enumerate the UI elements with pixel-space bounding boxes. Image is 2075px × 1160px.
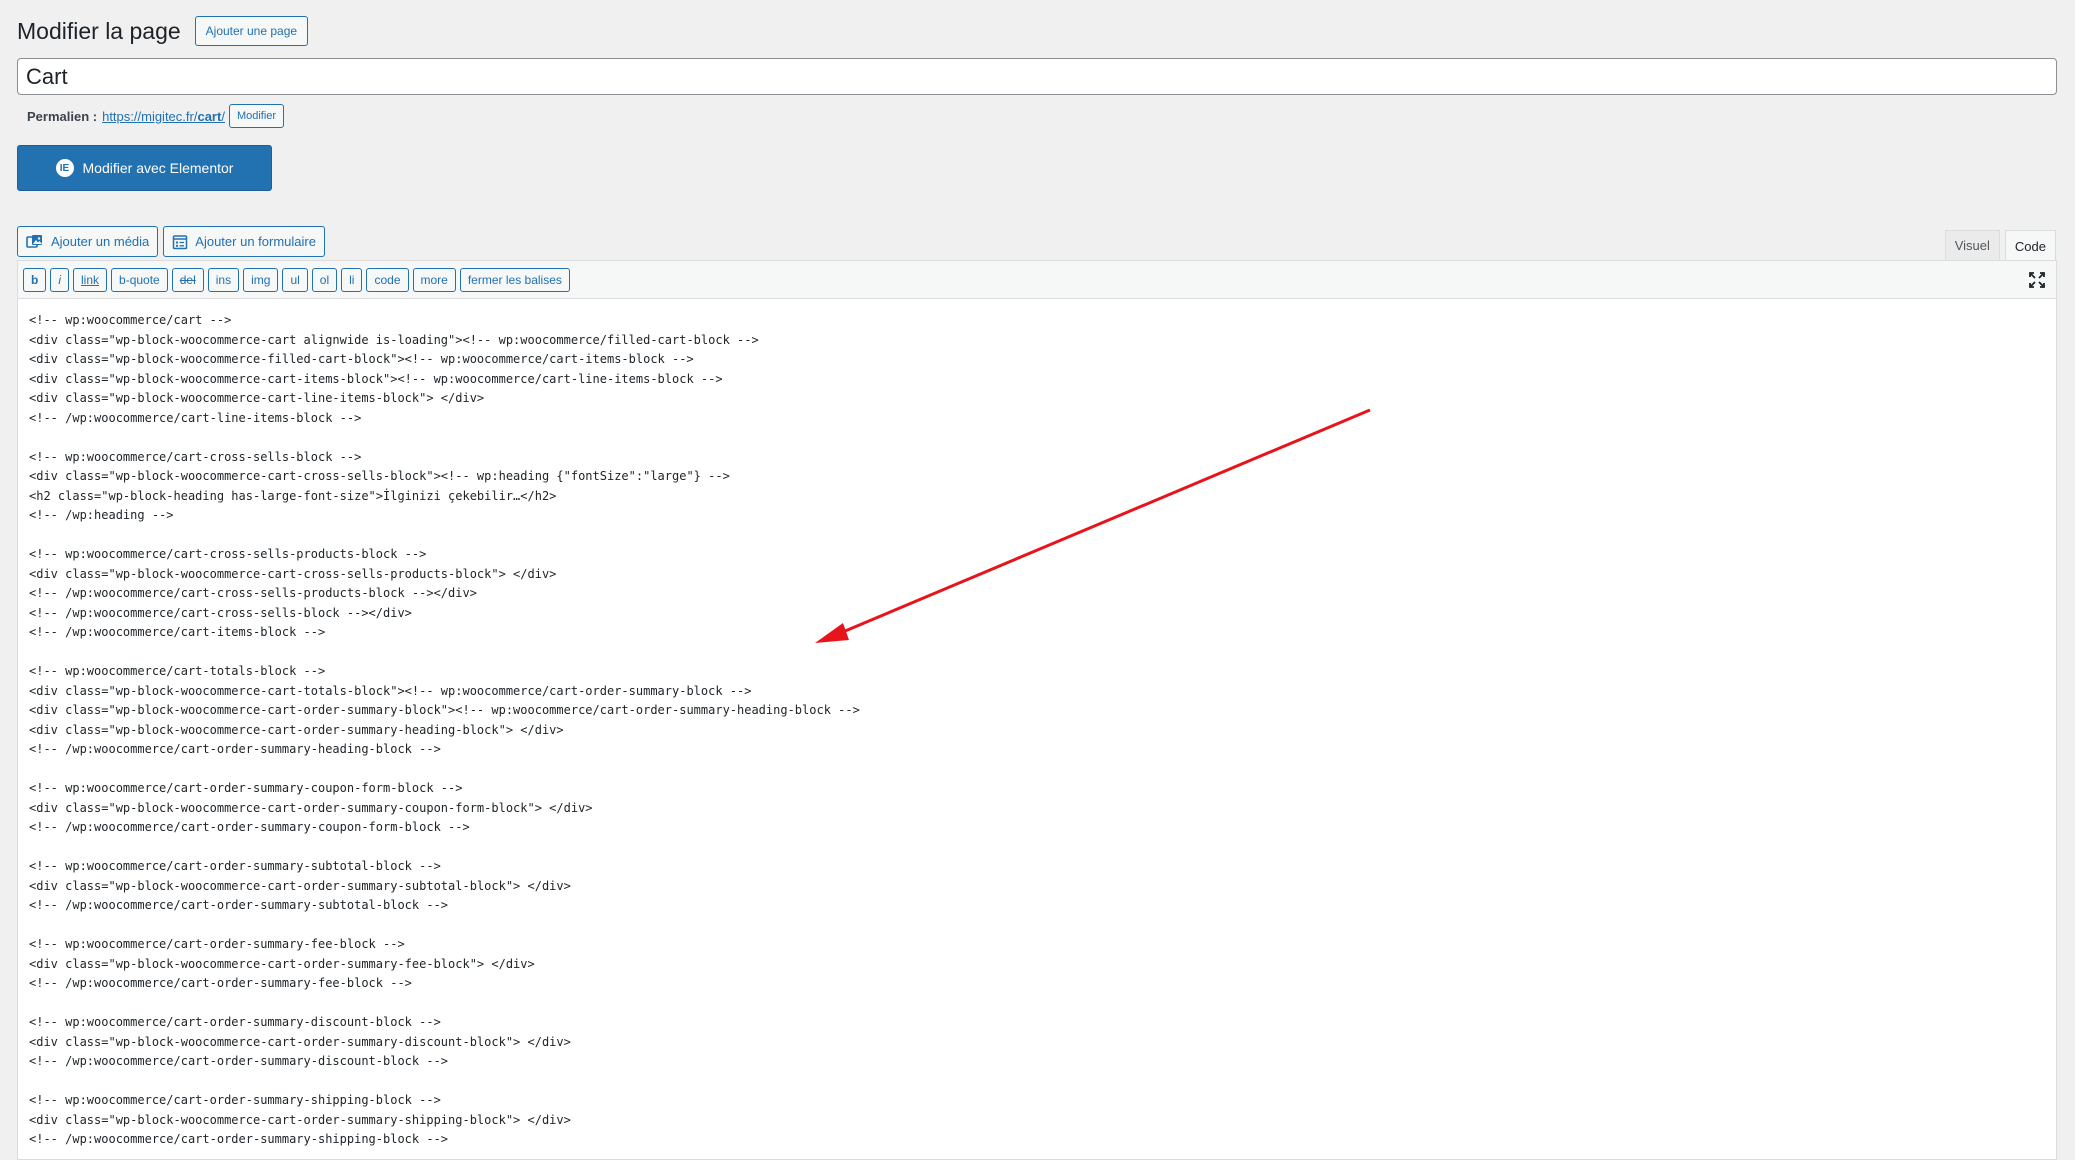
code-line: <!-- /wp:woocommerce/cart-order-summary-… (29, 742, 441, 756)
code-line: <!-- /wp:woocommerce/cart-items-block --… (29, 625, 326, 639)
editor-tabs: Visuel Code (1940, 230, 2056, 261)
quicktag-code-button[interactable]: code (366, 267, 409, 292)
code-line: <!-- wp:woocommerce/cart-cross-sells-blo… (29, 449, 362, 464)
code-line: <!-- wp:woocommerce/cart-order-summary-c… (29, 781, 463, 795)
code-line: <div class="wp-block-woocommerce-cart-cr… (29, 469, 730, 483)
code-line: <!-- /wp:woocommerce/cart-cross-sells-bl… (29, 605, 412, 620)
quicktag-img-button[interactable]: img (243, 267, 279, 292)
code-line: <!-- wp:woocommerce/cart-order-summary-d… (29, 1015, 441, 1029)
quicktags-toolbar: b i link b-quote del ins img ul ol li co… (18, 261, 2056, 299)
code-line: <div class="wp-block-woocommerce-cart-or… (29, 722, 564, 737)
code-line: <!-- wp:woocommerce/cart-order-summary-s… (29, 859, 441, 873)
form-icon (173, 234, 188, 249)
code-line: <!-- /wp:woocommerce/cart-order-summary-… (29, 976, 412, 990)
quicktag-ul-button[interactable]: ul (282, 267, 308, 292)
code-line: <div class="wp-block-woocommerce-cart-or… (29, 878, 571, 893)
code-line: <div class="wp-block-woocommerce-cart al… (29, 332, 759, 347)
code-line: <div class="wp-block-woocommerce-cart-or… (29, 1034, 571, 1049)
code-line: <!-- /wp:woocommerce/cart-cross-sells-pr… (29, 586, 477, 600)
code-line: <!-- wp:woocommerce/cart-totals-block --… (29, 664, 326, 678)
code-line: <!-- /wp:woocommerce/cart-line-items-blo… (29, 410, 362, 425)
add-media-label: Ajouter un média (51, 234, 150, 249)
code-line: <div class="wp-block-woocommerce-cart-li… (29, 391, 485, 405)
elementor-icon: IE (55, 159, 74, 177)
media-icon (26, 234, 42, 248)
code-line: <div class="wp-block-woocommerce-filled-… (29, 352, 694, 366)
quicktag-link-button[interactable]: link (73, 267, 108, 292)
permalink-row: Permalien : https://migitec.fr/cart/ Mod… (27, 104, 285, 128)
quicktag-i-button[interactable]: i (50, 267, 70, 292)
code-line: <!-- wp:woocommerce/cart-order-summary-f… (29, 937, 405, 951)
permalink-url-suffix: / (221, 108, 225, 124)
fullscreen-icon[interactable] (2028, 271, 2046, 294)
code-line: <!-- /wp:woocommerce/cart-order-summary-… (29, 898, 449, 912)
add-form-button[interactable]: Ajouter un formulaire (163, 226, 325, 257)
code-line: <!-- wp:woocommerce/cart-order-summary-s… (29, 1093, 441, 1107)
permalink-edit-button[interactable]: Modifier (228, 104, 285, 128)
add-form-label: Ajouter un formulaire (195, 234, 316, 249)
quicktag-ins-button[interactable]: ins (207, 267, 240, 292)
code-line: <div class="wp-block-woocommerce-cart-to… (29, 683, 752, 698)
tab-code[interactable]: Code (2004, 230, 2056, 261)
code-editor: b i link b-quote del ins img ul ol li co… (17, 260, 2057, 1160)
code-line: <h2 class="wp-block-heading has-large-fo… (29, 488, 557, 503)
code-line: <div class="wp-block-woocommerce-cart-cr… (29, 566, 557, 581)
code-line: <div class="wp-block-woocommerce-cart-or… (29, 703, 860, 717)
edit-with-elementor-button[interactable]: IE Modifier avec Elementor (17, 145, 272, 191)
page-title: Modifier la page (17, 17, 181, 44)
permalink-link[interactable]: https://migitec.fr/cart/ (102, 109, 225, 124)
code-line: <div class="wp-block-woocommerce-cart-or… (29, 800, 593, 815)
add-media-button[interactable]: Ajouter un média (17, 226, 159, 257)
page-heading-row: Modifier la page Ajouter une page (17, 16, 309, 46)
code-textarea[interactable]: <!-- wp:woocommerce/cart --> <div class="… (18, 299, 2056, 1159)
tab-visual[interactable]: Visuel (1944, 230, 2000, 260)
post-title-input[interactable]: Cart (17, 58, 2057, 95)
code-line: <!-- /wp:woocommerce/cart-order-summary-… (29, 1054, 449, 1068)
code-line: <!-- /wp:heading --> (29, 508, 174, 522)
code-line: <!-- /wp:woocommerce/cart-order-summary-… (29, 820, 470, 834)
quicktag-b-button[interactable]: b (23, 267, 47, 292)
quicktag-bquote-button[interactable]: b-quote (111, 267, 168, 292)
quicktag-ol-button[interactable]: ol (311, 267, 338, 292)
code-line: <!-- wp:woocommerce/cart-cross-sells-pro… (29, 547, 427, 561)
code-line: <!-- /wp:woocommerce/cart-order-summary-… (29, 1132, 449, 1146)
code-line: <!-- wp:woocommerce/cart --> (29, 313, 232, 327)
permalink-url-prefix: https://migitec.fr/ (102, 108, 198, 124)
code-line: <div class="wp-block-woocommerce-cart-it… (29, 371, 723, 386)
add-page-button[interactable]: Ajouter une page (194, 16, 309, 46)
permalink-label: Permalien : (27, 108, 98, 124)
quicktag-more-button[interactable]: more (412, 267, 456, 292)
code-line: <div class="wp-block-woocommerce-cart-or… (29, 1112, 571, 1127)
code-line: <div class="wp-block-woocommerce-cart-or… (29, 956, 535, 971)
permalink-slug: cart (197, 108, 222, 124)
quicktag-close-tags-button[interactable]: fermer les balises (459, 267, 570, 292)
media-buttons: Ajouter un média Ajouter un formulaire (17, 226, 330, 257)
quicktag-del-button[interactable]: del (171, 267, 204, 292)
elementor-button-label: Modifier avec Elementor (82, 160, 234, 176)
quicktag-li-button[interactable]: li (341, 267, 363, 292)
